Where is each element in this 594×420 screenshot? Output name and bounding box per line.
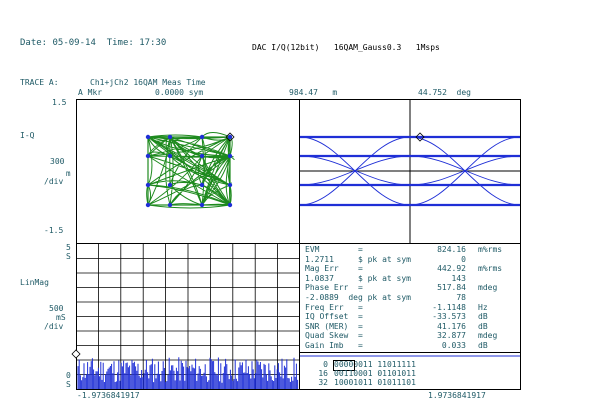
symbol-bits: 00110001 01101011 [334, 369, 416, 378]
error-summary-value: 32.877 [437, 331, 466, 341]
constellation-symbol-point [199, 134, 205, 140]
constellation-symbol-point [167, 202, 173, 208]
error-summary-unit: dB [478, 321, 488, 331]
constellation-symbol-point [227, 153, 233, 159]
error-summary-unit: dB [478, 341, 488, 350]
constellation-symbol-point [227, 182, 233, 188]
error-summary-value: -33.573 [432, 312, 466, 322]
constellation-symbol-point [227, 202, 233, 208]
constellation-symbol-point [199, 202, 205, 208]
constellation-symbol-point [145, 153, 151, 159]
error-summary-label: IQ Offset = [305, 312, 363, 322]
constellation-symbol-point [167, 182, 173, 188]
constellation-symbol-point [145, 134, 151, 140]
error-summary-unit: mdeg [478, 331, 498, 341]
error-summary-value: 824.16 [437, 245, 466, 254]
error-summary-value: 442.92 [437, 264, 466, 274]
error-summary-value: 0.033 [441, 341, 466, 350]
symbol-index: 0 [323, 360, 328, 369]
error-summary-value: -1.1148 [432, 302, 466, 312]
error-summary-unit: m%rms [478, 245, 503, 254]
error-summary-unit: m%rms [478, 264, 503, 274]
plot-graphics [71, 100, 521, 389]
error-summary-value: 0 [461, 254, 466, 264]
error-summary-label: Gain Imb = [305, 341, 363, 350]
error-summary-unit: mdeg [478, 283, 498, 293]
error-summary-value: 78 [456, 293, 466, 302]
error-summary-label: 1.2711 $ pk at sym [305, 254, 411, 264]
symbol-bits: 10001011 01011101 [334, 378, 416, 387]
constellation-symbol-point [145, 202, 151, 208]
error-summary-value: 143 [451, 273, 466, 283]
error-summary-label: -2.0889 deg pk at sym [305, 293, 411, 302]
error-summary-label: Phase Err = [305, 283, 363, 293]
constellation-symbol-point [199, 153, 205, 159]
spectrum-marker [71, 349, 81, 359]
constellation-symbol-point [167, 134, 173, 140]
error-summary-label: EVM = [305, 245, 363, 254]
error-summary-label: Freq Err = [305, 302, 363, 312]
error-summary-value: 517.84 [437, 283, 466, 293]
error-summary-unit: dB [478, 312, 488, 322]
error-summary-label: Mag Err = [305, 264, 363, 274]
error-summary-label: 1.0837 $ pk at sym [305, 273, 411, 283]
constellation-symbol-point [199, 182, 205, 188]
error-summary-value: 41.176 [437, 321, 466, 331]
constellation-symbol-point [227, 134, 233, 140]
error-summary-label: SNR (MER) = [305, 321, 363, 331]
constellation-symbol-point [145, 182, 151, 188]
error-summary-unit: Hz [478, 302, 488, 312]
constellation-symbol-point [167, 153, 173, 159]
constellation-trajectory [146, 132, 235, 209]
symbol-index: 16 [318, 369, 328, 378]
symbol-index: 32 [318, 378, 328, 387]
error-summary-label: Quad Skew = [305, 331, 363, 341]
